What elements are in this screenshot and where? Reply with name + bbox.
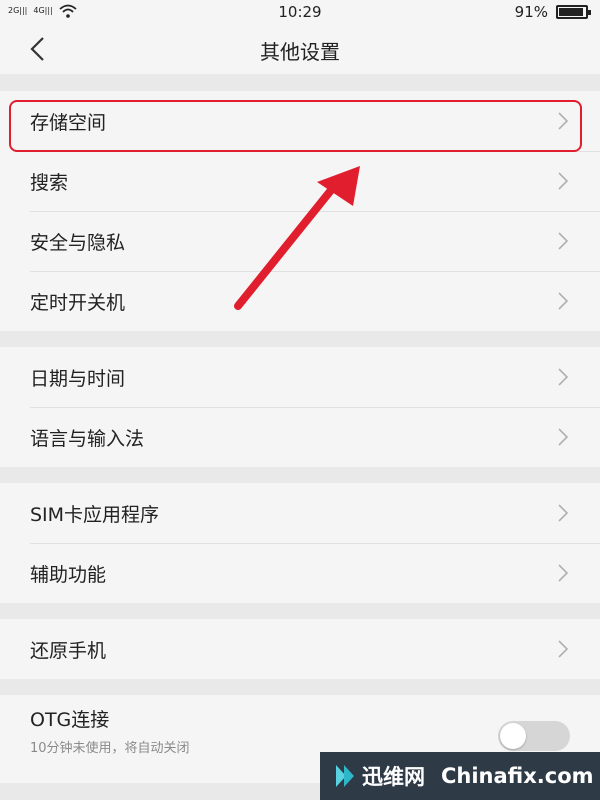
settings-item-label: 辅助功能 [30, 563, 107, 586]
toggle-knob [500, 723, 526, 749]
settings-item-scheduled-power[interactable]: 定时开关机 [0, 271, 600, 331]
settings-item-accessibility[interactable]: 辅助功能 [0, 543, 600, 603]
highlight-box [9, 100, 582, 152]
battery-percent: 91% [514, 3, 548, 21]
watermark: 迅维网 Chinafix.com [320, 752, 600, 800]
settings-item-search[interactable]: 搜索 [0, 151, 600, 211]
chevron-right-icon [558, 640, 569, 658]
chevron-right-icon [558, 504, 569, 522]
watermark-en: Chinafix.com [441, 764, 594, 788]
battery-fill [559, 8, 583, 16]
page-title: 其他设置 [260, 40, 340, 64]
settings-item-label: 日期与时间 [30, 367, 126, 390]
status-time: 10:29 [278, 3, 322, 21]
chevron-right-icon [558, 428, 569, 446]
settings-item-reset-phone[interactable]: 还原手机 [0, 619, 600, 679]
settings-item-label: 定时开关机 [30, 291, 126, 314]
status-bar: 2G||| 4G||| 10:29 91% [0, 0, 600, 24]
app-header: 其他设置 [0, 24, 600, 74]
settings-group-3: SIM卡应用程序 辅助功能 [0, 483, 600, 603]
settings-item-sim-apps[interactable]: SIM卡应用程序 [0, 483, 600, 543]
chevron-right-icon [558, 172, 569, 190]
settings-item-label: 搜索 [30, 171, 69, 194]
settings-group-2: 日期与时间 语言与输入法 [0, 347, 600, 467]
watermark-cn: 迅维网 [362, 765, 425, 789]
settings-group-4: 还原手机 [0, 619, 600, 679]
settings-item-label: 安全与隐私 [30, 231, 126, 254]
watermark-logo-icon [336, 765, 354, 787]
settings-item-label: 语言与输入法 [30, 427, 145, 450]
chevron-right-icon [558, 292, 569, 310]
chevron-right-icon [558, 564, 569, 582]
settings-item-date-time[interactable]: 日期与时间 [0, 347, 600, 407]
settings-item-security-privacy[interactable]: 安全与隐私 [0, 211, 600, 271]
settings-item-label: SIM卡应用程序 [30, 503, 160, 526]
battery-icon [556, 5, 591, 19]
otg-toggle[interactable] [498, 721, 570, 751]
settings-item-language-input[interactable]: 语言与输入法 [0, 407, 600, 467]
chevron-right-icon [558, 368, 569, 386]
chevron-right-icon [558, 232, 569, 250]
settings-item-label: 还原手机 [30, 639, 107, 662]
